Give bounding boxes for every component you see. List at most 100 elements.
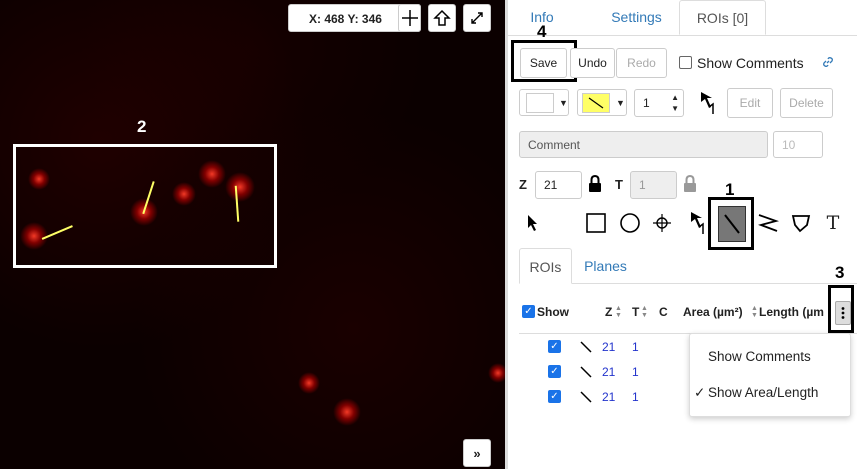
table-row[interactable]: ✓ 21 1: [508, 390, 688, 406]
fluorescent-spot: [333, 398, 361, 426]
row-show-checkbox[interactable]: ✓: [548, 390, 561, 403]
header-c[interactable]: C: [659, 305, 668, 319]
double-chevron-right-icon: »: [473, 445, 481, 461]
point-tool[interactable]: [649, 210, 675, 236]
sort-icon[interactable]: ▲ ▼: [615, 305, 622, 319]
row-z: 21: [602, 365, 616, 379]
tab-rois[interactable]: ROIs [0]: [679, 0, 766, 35]
polyline-icon: [758, 214, 780, 232]
line-icon: [724, 214, 740, 234]
tab-settings[interactable]: Settings: [590, 0, 683, 35]
line-shape-icon: [580, 366, 592, 378]
z-label: Z: [519, 177, 527, 192]
stroke-color-picker[interactable]: ▼: [577, 89, 627, 116]
header-area[interactable]: Area (µm²): [683, 305, 743, 319]
crosshair-button[interactable]: [398, 4, 421, 32]
t-label: T: [615, 177, 623, 192]
header-length[interactable]: Length (µm: [759, 305, 824, 319]
menu-item-show-comments[interactable]: Show Comments: [690, 342, 850, 372]
image-viewer[interactable]: 2 X: 468 Y: 346 »: [0, 0, 505, 469]
row-t: 1: [632, 340, 639, 354]
sort-icon[interactable]: ▲ ▼: [751, 305, 758, 319]
fullscreen-button[interactable]: [463, 4, 491, 32]
fill-color-picker[interactable]: ▼: [519, 89, 569, 116]
header-t[interactable]: T: [632, 305, 639, 319]
caret-down-icon: ▼: [559, 97, 568, 108]
select-tool[interactable]: [520, 210, 546, 236]
lock-icon[interactable]: [683, 175, 697, 193]
fluorescent-spot: [488, 363, 505, 383]
polyline-tool[interactable]: [755, 210, 781, 236]
polygon-icon: [791, 215, 811, 233]
menu-item-show-area-length[interactable]: ✓ Show Area/Length: [690, 378, 850, 408]
menu-item-label: Show Area/Length: [708, 385, 819, 400]
arrow-icon: [691, 212, 704, 234]
arrow-tool[interactable]: [684, 210, 710, 236]
font-size-input[interactable]: 10: [773, 131, 823, 158]
line-tool[interactable]: [718, 206, 746, 242]
line-shape-icon: [580, 341, 592, 353]
column-options-menu: Show Comments ✓ Show Area/Length: [689, 333, 851, 417]
polygon-tool[interactable]: [788, 210, 814, 236]
line-shape-icon: [580, 391, 592, 403]
lock-icon[interactable]: [588, 175, 602, 193]
rectangle-icon: [586, 213, 606, 233]
home-button[interactable]: [428, 4, 456, 32]
ellipse-tool[interactable]: [617, 210, 643, 236]
stroke-width-value: 1: [643, 96, 650, 110]
subtab-rois[interactable]: ROIs: [519, 248, 572, 284]
stroke-width-input[interactable]: 1 ▲ ▼: [634, 89, 684, 117]
rectangle-tool[interactable]: [583, 210, 609, 236]
edit-button[interactable]: Edit: [727, 88, 773, 118]
expand-panel-button[interactable]: »: [463, 439, 491, 467]
pointer-icon: [528, 215, 537, 231]
fill-color-swatch: [526, 92, 554, 113]
header-z[interactable]: Z: [605, 305, 612, 319]
header-show[interactable]: Show: [537, 305, 569, 319]
show-comments-checkbox[interactable]: [679, 56, 692, 69]
arrow-up-icon: [433, 9, 451, 26]
undo-button[interactable]: Undo: [570, 48, 615, 78]
save-button[interactable]: Save: [520, 48, 567, 78]
annotation-label-3: 3: [835, 263, 845, 282]
subtab-planes[interactable]: Planes: [577, 248, 634, 284]
t-input[interactable]: 1: [630, 171, 677, 199]
row-show-checkbox[interactable]: ✓: [548, 340, 561, 353]
vertical-dots-icon: [841, 307, 845, 319]
annotation-label-4: 4: [537, 22, 547, 41]
comment-input[interactable]: Comment: [519, 131, 768, 158]
show-all-checkbox[interactable]: ✓: [522, 305, 535, 318]
ellipse-icon: [620, 213, 640, 233]
crosshair-icon: [401, 10, 418, 26]
subtab-divider: [572, 283, 857, 284]
menu-check-icon: ✓: [694, 385, 706, 400]
caret-down-icon: ▼: [616, 97, 625, 108]
column-menu-button[interactable]: [835, 301, 851, 325]
table-row[interactable]: ✓ 21 1: [508, 340, 688, 356]
table-row[interactable]: ✓ 21 1: [508, 365, 688, 381]
menu-item-label: Show Comments: [708, 349, 811, 364]
text-tool[interactable]: T: [820, 210, 846, 236]
expand-icon: [471, 12, 483, 24]
text-tool-icon: T: [826, 212, 840, 234]
spinner-icon[interactable]: ▲ ▼: [671, 92, 679, 114]
row-show-checkbox[interactable]: ✓: [548, 365, 561, 378]
delete-button[interactable]: Delete: [780, 88, 833, 118]
annotation-box-2: [13, 144, 277, 268]
row-t: 1: [632, 365, 639, 379]
arrow-tool-icon[interactable]: [697, 90, 717, 116]
z-input[interactable]: 21: [535, 171, 582, 199]
redo-button[interactable]: Redo: [616, 48, 667, 78]
stroke-color-swatch: [582, 92, 610, 113]
link-icon[interactable]: [822, 56, 834, 68]
annotation-label-2: 2: [137, 117, 147, 136]
row-z: 21: [602, 340, 616, 354]
row-t: 1: [632, 390, 639, 404]
point-icon: [653, 214, 671, 232]
row-z: 21: [602, 390, 616, 404]
tab-divider: [508, 35, 857, 36]
show-comments-label: Show Comments: [697, 55, 804, 71]
fluorescent-spot: [298, 372, 320, 394]
sort-icon[interactable]: ▲ ▼: [641, 305, 648, 319]
coordinate-text: X: 468 Y: 346: [309, 12, 382, 26]
